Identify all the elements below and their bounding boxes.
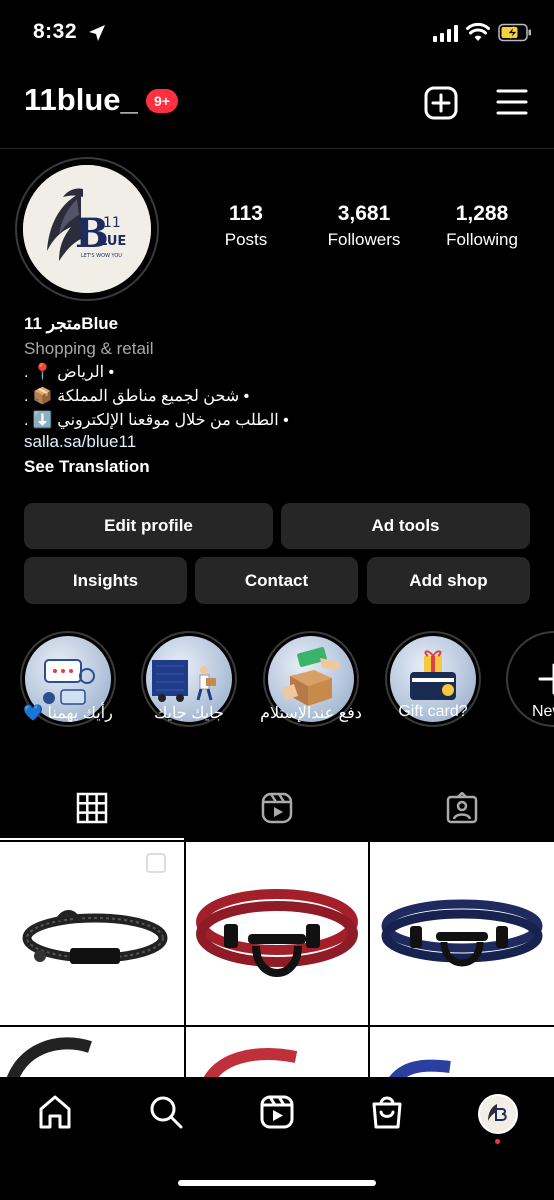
highlight-label-cod: دفع عندالإستلام [260, 705, 362, 722]
followers-stat[interactable]: 3,681 Followers [314, 202, 414, 250]
post-black-leather-bracelet[interactable] [0, 842, 184, 1025]
wifi-icon [466, 22, 490, 41]
posts-label: Posts [224, 230, 268, 249]
logo-number: 11 [103, 215, 121, 231]
contact-button[interactable]: Contact [195, 557, 358, 604]
followers-count: 3,681 [337, 202, 391, 225]
profile-tab-avatar[interactable] [478, 1094, 518, 1134]
ad-tools-button[interactable]: Ad tools [281, 503, 530, 549]
battery-charging-icon [498, 23, 531, 42]
profile-notification-dot [495, 1139, 500, 1144]
post-red-shackle-bracelet[interactable] [186, 842, 368, 1025]
following-stat[interactable]: 1,288 Following [432, 202, 532, 250]
home-indicator [178, 1180, 376, 1186]
header-divider [0, 148, 554, 149]
following-count: 1,288 [455, 202, 509, 225]
highlight-label-delivery: جايك جايك [154, 705, 224, 722]
hamburger-menu-icon[interactable] [496, 88, 528, 116]
bio-line-shipping: • شحن لجميع مناطق المملكة 📦 . [24, 388, 250, 405]
cellular-signal-icon [433, 25, 458, 42]
home-icon[interactable] [37, 1094, 73, 1130]
bio-line-order: • الطلب من خلال موقعنا الإلكتروني ⬇️ . [24, 412, 289, 429]
multi-post-icon [146, 853, 166, 873]
profile-username[interactable]: 11blue_ [24, 82, 138, 118]
brand-logo: B 11 LUE LET'S WOW YOU [23, 165, 151, 293]
highlight-label-new: New [532, 703, 554, 720]
highlight-label-feedback: 💙 رأيك يهمنا [23, 705, 113, 722]
mini-logo-icon [488, 1104, 507, 1121]
highlight-label-gift-card: Gift card? [398, 703, 468, 720]
posts-count: 113 [229, 202, 263, 225]
following-label: Following [446, 230, 518, 249]
shop-icon[interactable] [369, 1094, 405, 1130]
grid-posts-tab-icon[interactable] [76, 792, 108, 824]
insights-button[interactable]: Insights [24, 557, 187, 604]
edit-profile-button[interactable]: Edit profile [24, 503, 273, 549]
reels-tab-icon[interactable] [261, 792, 293, 824]
logo-lue: LUE [99, 234, 126, 249]
add-highlight-icon [538, 663, 554, 695]
active-tab-indicator [0, 838, 184, 840]
bio-link[interactable]: salla.sa/blue11 [24, 432, 136, 452]
location-arrow-icon [89, 25, 105, 41]
display-name: متجر 11Blue [24, 314, 119, 333]
logo-tagline: LET'S WOW YOU [81, 253, 122, 259]
notification-badge[interactable]: 9+ [146, 89, 178, 113]
search-icon[interactable] [148, 1094, 184, 1130]
add-shop-button[interactable]: Add shop [367, 557, 530, 604]
see-translation-link[interactable]: See Translation [24, 457, 150, 477]
posts-stat[interactable]: 113 Posts [206, 202, 286, 250]
profile-avatar[interactable]: B 11 LUE LET'S WOW YOU [15, 157, 159, 301]
post-navy-shackle-bracelet[interactable] [370, 842, 554, 1025]
followers-label: Followers [327, 230, 401, 249]
tagged-tab-icon[interactable] [446, 792, 478, 824]
create-post-icon[interactable] [424, 86, 458, 120]
reels-icon[interactable] [259, 1094, 295, 1130]
status-time: 8:32 [33, 20, 78, 43]
account-category: Shopping & retail [24, 339, 154, 358]
bio-line-location: • الرياض 📍 . [24, 364, 115, 381]
